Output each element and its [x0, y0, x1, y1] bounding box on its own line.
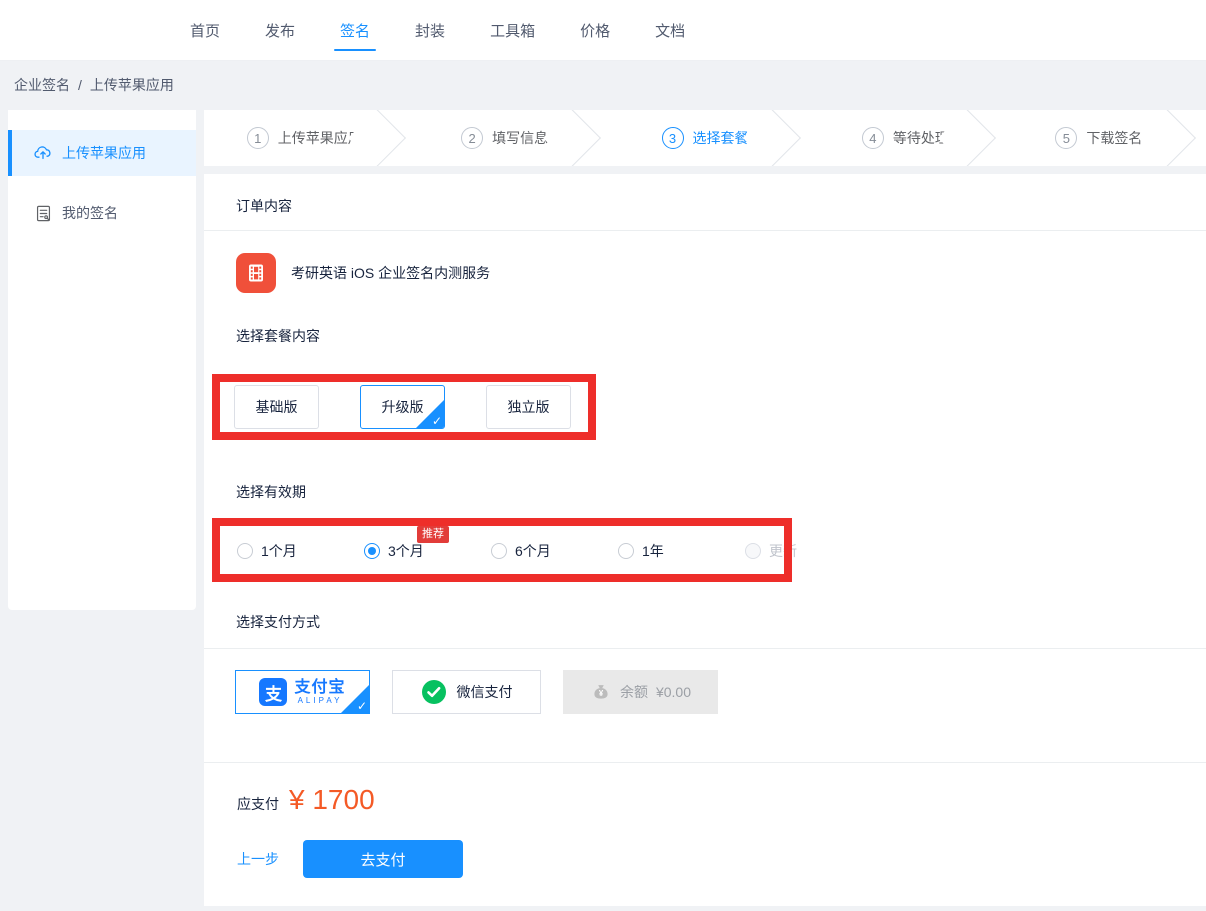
alipay-name: 支付宝	[294, 679, 345, 696]
nav-item-docs[interactable]: 文档	[655, 0, 685, 60]
package-label: 独立版	[508, 397, 550, 417]
payment-section-title: 选择支付方式	[236, 612, 320, 632]
step-number: 3	[662, 127, 684, 149]
cloud-upload-icon	[33, 143, 53, 163]
go-pay-button[interactable]: 去支付	[303, 840, 463, 878]
nav-label: 封装	[415, 20, 445, 41]
sidebar-item-upload-app[interactable]: 上传苹果应用	[8, 130, 196, 176]
nav-label: 价格	[580, 20, 610, 41]
radio-icon	[618, 543, 634, 559]
radio-label: 6个月	[515, 541, 551, 561]
sidebar-item-my-signatures[interactable]: 我的签名	[8, 190, 196, 236]
breadcrumb-current: 上传苹果应用	[90, 75, 174, 95]
nav-label: 发布	[265, 20, 295, 41]
svg-text:¥: ¥	[599, 689, 604, 698]
validity-section-title: 选择有效期	[236, 482, 306, 502]
radio-icon	[237, 543, 253, 559]
active-indicator	[8, 130, 12, 176]
alipay-payment-option[interactable]: 支 支付宝 ALIPAY ✓	[235, 670, 370, 714]
amount-due-value: ¥ 1700	[289, 784, 375, 816]
divider	[204, 648, 1206, 649]
validity-option-3months[interactable]: 3个月	[364, 541, 491, 561]
step-label: 填写信息	[492, 128, 548, 148]
validity-options: 1个月 3个月 6个月 1年 更新	[237, 541, 872, 561]
page: 首页 发布 签名 封装 工具箱 价格 文档 企业签名 / 上传苹果应用 上传苹果…	[0, 0, 1206, 911]
breadcrumb: 企业签名 / 上传苹果应用	[0, 60, 1206, 110]
radio-selected-icon	[364, 543, 380, 559]
nav-item-sign[interactable]: 签名	[340, 0, 370, 60]
validity-option-1month[interactable]: 1个月	[237, 541, 364, 561]
wechat-payment-option[interactable]: 微信支付	[392, 670, 541, 714]
step-number: 5	[1055, 127, 1077, 149]
package-option-upgrade[interactable]: 升级版 ✓	[360, 385, 445, 429]
step-label: 选择套餐	[693, 128, 749, 148]
steps-wizard: 1 上传苹果应用 2 填写信息 3 选择套餐 4 等待处理 5 下载签名包	[204, 110, 1206, 166]
app-name: 考研英语 iOS 企业签名内测服务	[291, 263, 490, 283]
package-option-standalone[interactable]: 独立版	[486, 385, 571, 429]
recommended-badge: 推荐	[417, 526, 449, 543]
film-app-icon	[236, 253, 276, 293]
nav-item-toolbox[interactable]: 工具箱	[490, 0, 535, 60]
package-option-basic[interactable]: 基础版	[234, 385, 319, 429]
radio-icon	[491, 543, 507, 559]
wechat-pay-label: 微信支付	[457, 682, 513, 702]
nav-item-publish[interactable]: 发布	[265, 0, 295, 60]
signature-doc-icon	[33, 203, 53, 223]
amount-due-row: 应支付 ¥ 1700	[237, 784, 375, 816]
balance-amount: ¥0.00	[656, 684, 691, 700]
nav-item-package[interactable]: 封装	[415, 0, 445, 60]
validity-option-1year[interactable]: 1年	[618, 541, 745, 561]
alipay-sub: ALIPAY	[298, 696, 343, 706]
order-panel: 订单内容 考研英语 iOS 企业签名内测服务	[204, 174, 1206, 906]
package-options: 基础版 升级版 ✓ 独立版	[234, 385, 571, 429]
sidebar-item-label: 上传苹果应用	[62, 143, 146, 163]
divider	[204, 230, 1206, 231]
balance-label: 余额	[620, 682, 648, 702]
nav-menu: 首页 发布 签名 封装 工具箱 价格 文档	[190, 0, 685, 60]
nav-label: 工具箱	[490, 20, 535, 41]
nav-label: 首页	[190, 20, 220, 41]
top-nav: 首页 发布 签名 封装 工具箱 价格 文档	[0, 0, 1206, 61]
package-label: 基础版	[256, 397, 298, 417]
step-number: 4	[862, 127, 884, 149]
sidebar: 上传苹果应用 我的签名	[8, 110, 196, 610]
previous-step-link[interactable]: 上一步	[237, 849, 279, 869]
radio-label: 3个月	[388, 541, 424, 561]
payment-options: 支 支付宝 ALIPAY ✓ 微信支付	[235, 670, 718, 714]
nav-label: 签名	[340, 20, 370, 41]
amount-due-label: 应支付	[237, 794, 279, 814]
step-number: 2	[461, 127, 483, 149]
step-number: 1	[247, 127, 269, 149]
action-row: 上一步 去支付	[237, 840, 463, 878]
sidebar-item-label: 我的签名	[62, 203, 118, 223]
order-section-title: 订单内容	[236, 196, 292, 216]
nav-label: 文档	[655, 20, 685, 41]
divider	[204, 762, 1206, 763]
breadcrumb-separator: /	[78, 77, 82, 93]
nav-item-home[interactable]: 首页	[190, 0, 220, 60]
radio-disabled-icon	[745, 543, 761, 559]
package-section-title: 选择套餐内容	[236, 326, 320, 346]
check-icon: ✓	[357, 700, 367, 712]
balance-payment-option: ¥ 余额 ¥0.00	[563, 670, 718, 714]
radio-label: 更新	[769, 541, 797, 561]
validity-option-renew: 更新	[745, 541, 872, 561]
validity-option-6months[interactable]: 6个月	[491, 541, 618, 561]
radio-label: 1年	[642, 541, 664, 561]
alipay-icon: 支	[259, 678, 287, 706]
alipay-wordmark: 支付宝 ALIPAY	[294, 679, 345, 706]
wechat-pay-icon	[421, 679, 447, 705]
nav-item-price[interactable]: 价格	[580, 0, 610, 60]
radio-label: 1个月	[261, 541, 297, 561]
money-bag-icon: ¥	[590, 681, 612, 703]
check-icon: ✓	[432, 415, 442, 427]
order-app-row: 考研英语 iOS 企业签名内测服务	[236, 253, 490, 293]
breadcrumb-parent[interactable]: 企业签名	[14, 75, 70, 95]
